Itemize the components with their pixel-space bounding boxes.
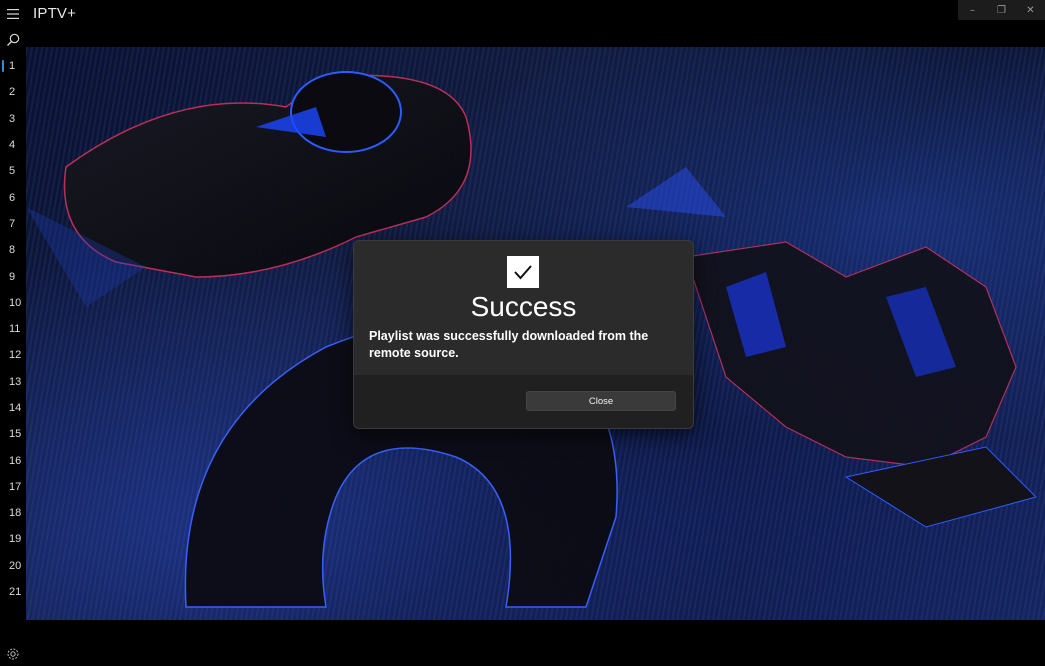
app-title: IPTV+ [33,5,77,22]
channel-item-3[interactable]: 3 [0,106,26,132]
channel-list: 1 2 3 4 5 6 7 8 9 10 11 12 13 14 15 16 17 18 19 20 21 [0,53,26,605]
window-controls: – ❐ ✕ [958,0,1045,20]
dialog-footer: Close [354,375,693,428]
channel-item-7[interactable]: 7 [0,211,26,237]
channel-item-13[interactable]: 13 [0,369,26,395]
channel-item-10[interactable]: 10 [0,290,26,316]
channel-item-4[interactable]: 4 [0,132,26,158]
dialog-title: Success [470,291,577,322]
restore-button[interactable]: ❐ [987,0,1016,20]
bottom-bar [26,620,1045,666]
success-dialog: Success Playlist was successfully downlo… [353,240,694,429]
title-bar: IPTV+ – ❐ ✕ [0,0,1045,27]
channel-item-6[interactable]: 6 [0,184,26,210]
minimize-button[interactable]: – [958,0,987,20]
hamburger-icon[interactable] [4,5,22,23]
channel-item-8[interactable]: 8 [0,237,26,263]
checkmark-icon [507,256,539,288]
channel-item-11[interactable]: 11 [0,316,26,342]
close-button[interactable]: Close [526,391,676,411]
channel-item-2[interactable]: 2 [0,79,26,105]
channel-item-9[interactable]: 9 [0,263,26,289]
gear-icon[interactable] [6,646,20,660]
channel-item-5[interactable]: 5 [0,158,26,184]
channel-item-14[interactable]: 14 [0,395,26,421]
close-window-button[interactable]: ✕ [1016,0,1045,20]
channel-item-1[interactable]: 1 [0,53,26,79]
search-icon[interactable] [5,32,21,48]
channel-item-15[interactable]: 15 [0,421,26,447]
channel-item-12[interactable]: 12 [0,342,26,368]
channel-item-18[interactable]: 18 [0,500,26,526]
channel-item-21[interactable]: 21 [0,579,26,605]
dialog-content: Success Playlist was successfully downlo… [354,241,693,375]
dialog-message: Playlist was successfully downloaded fro… [369,329,649,360]
app-window: IPTV+ – ❐ ✕ 1 2 3 4 5 6 7 8 9 10 11 12 13 14 15 16 17 18 1… [0,0,1045,666]
channel-item-20[interactable]: 20 [0,553,26,579]
channel-rail: 1 2 3 4 5 6 7 8 9 10 11 12 13 14 15 16 17 18 19 20 21 [0,27,26,666]
channel-item-17[interactable]: 17 [0,474,26,500]
channel-item-19[interactable]: 19 [0,526,26,552]
channel-item-16[interactable]: 16 [0,447,26,473]
